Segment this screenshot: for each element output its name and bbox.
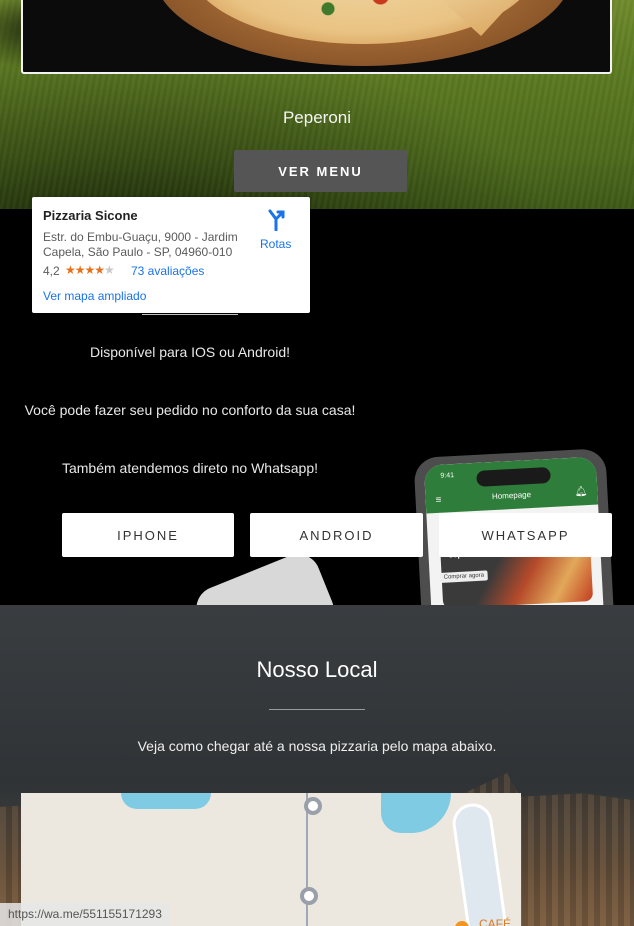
app-text-platforms: Disponível para IOS ou Android!	[89, 344, 290, 360]
pizza-image	[21, 0, 612, 74]
star-filled-icons: ★★★★	[65, 263, 105, 277]
app-text-order-home: Você pode fazer seu pedido no conforto d…	[24, 402, 356, 418]
status-bar-url: https://wa.me/5511551712​93	[0, 903, 170, 926]
map-poi-label[interactable]: CAFÉ D	[479, 917, 521, 926]
location-section: Nosso Local Veja como chegar até a nossa…	[0, 605, 634, 926]
phone-notch	[476, 467, 551, 487]
pizza-hero-section: Peperoni VER MENU	[0, 0, 634, 209]
rating-stars-icon: ★★★★★	[65, 263, 115, 277]
app-title-divider	[142, 314, 238, 315]
ver-menu-button[interactable]: VER MENU	[234, 150, 407, 192]
location-title: Nosso Local	[256, 657, 378, 682]
directions-label[interactable]: Rotas	[260, 237, 291, 251]
bell-icon: 🔔︎	[574, 486, 588, 498]
reviews-link[interactable]: 73 avaliações	[131, 264, 204, 278]
phone-time: 9:41	[440, 472, 455, 480]
app-text-whatsapp: Também atendemos direto no Whatsapp!	[61, 460, 319, 476]
phone-screen-title: Homepage	[491, 490, 532, 502]
iphone-button[interactable]: IPHONE	[62, 513, 234, 557]
map-water	[381, 793, 451, 833]
map-pin-icon[interactable]	[300, 887, 318, 905]
map-road	[450, 800, 512, 926]
place-name: Pizzaria Sicone	[43, 208, 138, 223]
map-water	[121, 793, 211, 809]
android-button[interactable]: ANDROID	[250, 513, 423, 557]
location-title-divider	[269, 709, 365, 710]
map-pin-icon[interactable]	[304, 797, 322, 815]
larger-map-link[interactable]: Ver mapa ampliado	[43, 289, 146, 303]
star-empty-icon: ★	[104, 263, 115, 277]
place-address: Estr. do Embu-Guaçu, 9000 - Jardim Capel…	[43, 230, 238, 259]
place-rating: 4,2	[43, 264, 60, 278]
phone-header: 9:41 ≡ Homepage 🔔︎	[423, 456, 599, 514]
whatsapp-button[interactable]: WHATSAPP	[439, 513, 612, 557]
map-place-card: Pizzaria Sicone Estr. do Embu-Guaçu, 900…	[32, 197, 310, 313]
location-description: Veja como chegar até a nossa pizzaria pe…	[137, 738, 497, 754]
directions-icon[interactable]	[266, 209, 286, 231]
pizza-name: Peperoni	[282, 108, 352, 127]
